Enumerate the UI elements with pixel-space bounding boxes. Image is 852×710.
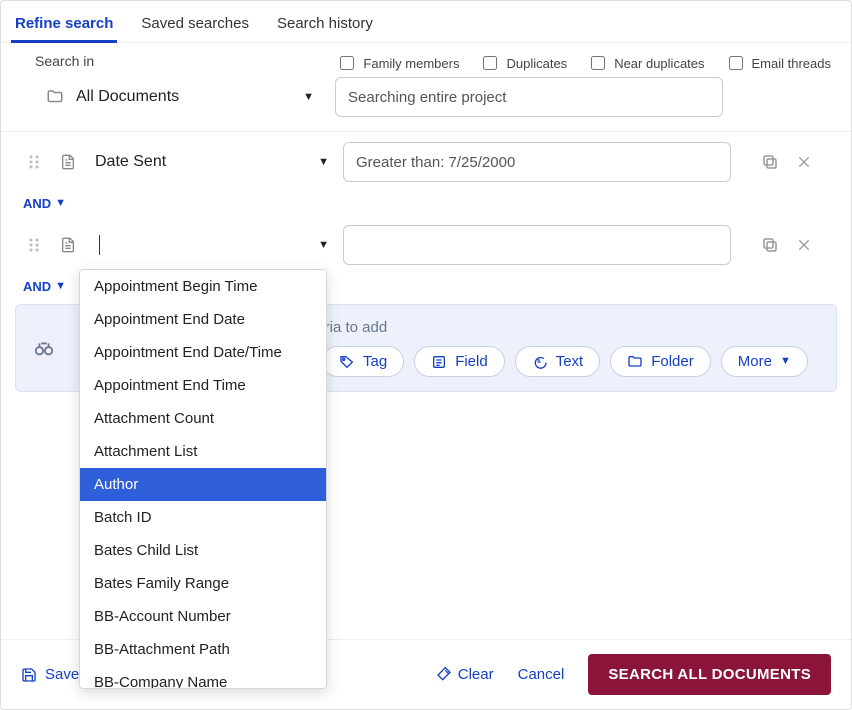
tab-saved-searches[interactable]: Saved searches bbox=[139, 9, 251, 42]
chevron-down-icon: ▼ bbox=[55, 198, 66, 209]
dropdown-item[interactable]: Attachment List bbox=[80, 435, 326, 468]
binoculars-icon bbox=[33, 337, 55, 362]
pill-field[interactable]: Field bbox=[414, 346, 505, 377]
remove-criteria-button[interactable] bbox=[791, 232, 817, 258]
cancel-button[interactable]: Cancel bbox=[518, 666, 565, 683]
dropdown-item[interactable]: Author bbox=[80, 468, 326, 501]
pill-tag[interactable]: Tag bbox=[322, 346, 404, 377]
tab-refine-search[interactable]: Refine search bbox=[13, 9, 115, 42]
chevron-down-icon: ▼ bbox=[318, 157, 329, 168]
dropdown-item[interactable]: Batch ID bbox=[80, 501, 326, 534]
check-family-members[interactable]: Family members bbox=[336, 53, 459, 73]
remove-criteria-button[interactable] bbox=[791, 149, 817, 175]
scope-value: All Documents bbox=[76, 88, 179, 106]
text-cursor bbox=[99, 235, 100, 255]
dropdown-item[interactable]: BB-Account Number bbox=[80, 600, 326, 633]
folder-icon bbox=[46, 88, 64, 106]
criteria-field-select-open[interactable]: ▼ bbox=[89, 229, 335, 261]
include-options: Family members Duplicates Near duplicate… bbox=[336, 53, 831, 73]
criteria-value-input[interactable]: Greater than: 7/25/2000 bbox=[343, 142, 731, 182]
scope-description[interactable]: Searching entire project bbox=[335, 77, 723, 117]
tab-search-history[interactable]: Search history bbox=[275, 9, 375, 42]
duplicate-criteria-button[interactable] bbox=[757, 232, 783, 258]
dropdown-item[interactable]: Appointment End Time bbox=[80, 369, 326, 402]
search-all-documents-button[interactable]: SEARCH ALL DOCUMENTS bbox=[588, 654, 831, 695]
dropdown-item[interactable]: Bates Child List bbox=[80, 534, 326, 567]
operator-select[interactable]: AND ▼ bbox=[1, 192, 851, 215]
criteria-field-select[interactable]: Date Sent ▼ bbox=[89, 147, 335, 177]
clear-button[interactable]: Clear bbox=[436, 666, 494, 683]
check-label: Email threads bbox=[752, 56, 831, 71]
search-dialog: Refine search Saved searches Search hist… bbox=[0, 0, 852, 710]
drag-handle-icon[interactable] bbox=[21, 149, 47, 175]
pill-more[interactable]: More ▼ bbox=[721, 346, 808, 377]
check-email-threads[interactable]: Email threads bbox=[725, 53, 831, 73]
criteria-row: ▼ bbox=[1, 215, 851, 275]
criteria-field-value: Date Sent bbox=[95, 153, 166, 171]
document-icon bbox=[55, 232, 81, 258]
save-search-button[interactable]: Save bbox=[21, 666, 79, 683]
criteria-row: Date Sent ▼ Greater than: 7/25/2000 bbox=[1, 132, 851, 192]
dropdown-item[interactable]: Appointment End Date/Time bbox=[80, 336, 326, 369]
check-label: Duplicates bbox=[506, 56, 567, 71]
duplicate-criteria-button[interactable] bbox=[757, 149, 783, 175]
scope-select[interactable]: All Documents ▼ bbox=[35, 79, 325, 115]
chevron-down-icon: ▼ bbox=[55, 281, 66, 292]
chevron-down-icon: ▼ bbox=[780, 356, 791, 367]
pill-folder[interactable]: Folder bbox=[610, 346, 711, 377]
check-duplicates[interactable]: Duplicates bbox=[479, 53, 567, 73]
pill-text[interactable]: Text bbox=[515, 346, 601, 377]
dropdown-item[interactable]: Appointment End Date bbox=[80, 303, 326, 336]
check-near-duplicates[interactable]: Near duplicates bbox=[587, 53, 704, 73]
criteria-value-input[interactable] bbox=[343, 225, 731, 265]
field-dropdown[interactable]: Appointment Begin TimeAppointment End Da… bbox=[79, 269, 327, 689]
dropdown-item[interactable]: Attachment Count bbox=[80, 402, 326, 435]
check-label: Near duplicates bbox=[614, 56, 704, 71]
tab-bar: Refine search Saved searches Search hist… bbox=[1, 1, 851, 43]
check-label: Family members bbox=[363, 56, 459, 71]
dropdown-item[interactable]: BB-Attachment Path bbox=[80, 633, 326, 666]
dropdown-item[interactable]: Bates Family Range bbox=[80, 567, 326, 600]
search-in-section: Search in Family members Duplicates Near… bbox=[1, 43, 851, 132]
search-in-label: Search in bbox=[35, 53, 94, 69]
drag-handle-icon[interactable] bbox=[21, 232, 47, 258]
dropdown-item[interactable]: BB-Company Name bbox=[80, 666, 326, 689]
document-icon bbox=[55, 149, 81, 175]
chevron-down-icon: ▼ bbox=[318, 240, 329, 251]
chevron-down-icon: ▼ bbox=[303, 92, 314, 103]
dropdown-item[interactable]: Appointment Begin Time bbox=[80, 270, 326, 303]
